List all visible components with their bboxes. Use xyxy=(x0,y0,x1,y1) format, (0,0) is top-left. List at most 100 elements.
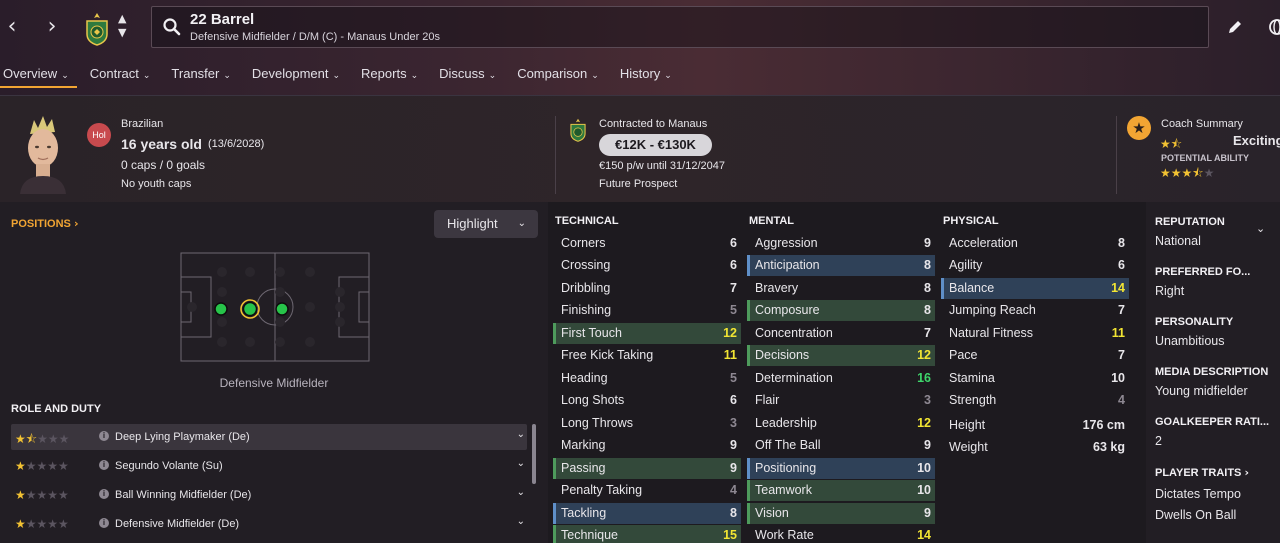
role-row[interactable]: ★★★★★ i Defensive Midfielder (De) ⌄ xyxy=(11,511,527,537)
attribute-value: 3 xyxy=(730,416,737,430)
attribute-row[interactable]: Crossing 6 xyxy=(553,255,741,276)
attribute-row[interactable]: Work Rate 14 xyxy=(747,525,935,543)
attribute-row[interactable]: First Touch 12 xyxy=(553,323,741,344)
attribute-value: 7 xyxy=(1118,348,1125,362)
role-row[interactable]: ★★★★★ i Ball Winning Midfielder (De) ⌄ xyxy=(11,482,527,508)
attribute-row[interactable]: Long Shots 6 xyxy=(553,390,741,411)
tab-contract[interactable]: Contract ⌄ xyxy=(87,60,159,90)
tab-label: Reports xyxy=(361,66,407,81)
role-label: Ball Winning Midfielder (De) xyxy=(115,489,252,501)
role-row[interactable]: ★★★★★ i Segundo Volante (Su) ⌄ xyxy=(11,453,527,479)
player-face-avatar[interactable] xyxy=(16,114,70,194)
attribute-row[interactable]: Leadership 12 xyxy=(747,413,935,434)
globe-icon[interactable] xyxy=(1268,18,1280,36)
role-row[interactable]: ★⯪★★★ i Deep Lying Playmaker (De) ⌄ xyxy=(11,424,527,450)
chevron-down-icon: ⌄ xyxy=(591,71,599,81)
attribute-row[interactable]: Stamina 10 xyxy=(941,368,1129,389)
attribute-row[interactable]: Concentration 7 xyxy=(747,323,935,344)
attribute-row[interactable]: Agility 6 xyxy=(941,255,1129,276)
nationality: Brazilian xyxy=(121,118,164,130)
roles-scrollbar[interactable] xyxy=(532,424,536,484)
attribute-row[interactable]: Composure 8 xyxy=(747,300,935,321)
attribute-row[interactable]: Strength 4 xyxy=(941,390,1129,411)
player-search-box[interactable]: 22 Barrel Defensive Midfielder / D/M (C)… xyxy=(151,6,1209,48)
attribute-row[interactable]: Penalty Taking 4 xyxy=(553,480,741,501)
attribute-row[interactable]: Decisions 12 xyxy=(747,345,935,366)
player-switch-arrows[interactable]: ▲ ▼ xyxy=(118,12,132,40)
attribute-row[interactable]: Pace 7 xyxy=(941,345,1129,366)
tab-history[interactable]: History ⌄ xyxy=(617,60,680,90)
attribute-row[interactable]: Teamwork 10 xyxy=(747,480,935,501)
forward-arrow-icon[interactable]: › xyxy=(40,16,64,40)
info-icon[interactable]: i xyxy=(99,518,109,528)
back-arrow-icon[interactable]: ‹ xyxy=(0,16,24,40)
position-pitch-diagram[interactable] xyxy=(180,252,370,362)
search-icon[interactable] xyxy=(162,17,182,37)
attribute-row[interactable]: Long Throws 3 xyxy=(553,413,741,434)
chevron-down-icon[interactable]: ⌄ xyxy=(517,429,525,440)
attribute-row[interactable]: Jumping Reach 7 xyxy=(941,300,1129,321)
attribute-row[interactable]: Natural Fitness 11 xyxy=(941,323,1129,344)
attribute-row[interactable]: Heading 5 xyxy=(553,368,741,389)
youth-caps: No youth caps xyxy=(121,178,192,190)
info-icon[interactable]: i xyxy=(99,460,109,470)
attribute-row[interactable]: Marking 9 xyxy=(553,435,741,456)
attribute-label: Passing xyxy=(561,461,606,475)
attribute-label: Strength xyxy=(949,393,997,407)
info-icon[interactable]: i xyxy=(99,489,109,499)
attribute-row[interactable]: Corners 6 xyxy=(553,233,741,254)
attribute-row[interactable]: Dribbling 7 xyxy=(553,278,741,299)
chevron-down-icon[interactable]: ⌄ xyxy=(1256,222,1265,235)
attribute-label: Decisions xyxy=(755,348,810,362)
attribute-row[interactable]: Determination 16 xyxy=(747,368,935,389)
prospect-status: Future Prospect xyxy=(599,178,678,190)
tab-transfer[interactable]: Transfer ⌄ xyxy=(168,60,238,90)
tab-development[interactable]: Development ⌄ xyxy=(249,60,348,90)
attribute-value: 11 xyxy=(1111,326,1125,340)
tab-discuss[interactable]: Discuss ⌄ xyxy=(436,60,504,90)
attribute-row[interactable]: Technique 15 xyxy=(553,525,741,543)
chevron-down-icon[interactable]: ⌄ xyxy=(517,458,525,469)
chevron-down-icon: ⌄ xyxy=(223,71,231,81)
attribute-row[interactable]: Finishing 5 xyxy=(553,300,741,321)
tab-reports[interactable]: Reports ⌄ xyxy=(358,60,426,90)
attribute-value: 12 xyxy=(917,416,931,430)
attribute-label: Aggression xyxy=(755,236,818,250)
tab-label: Discuss xyxy=(439,66,485,81)
attribute-row[interactable]: Off The Ball 9 xyxy=(747,435,935,456)
attribute-row[interactable]: Acceleration 8 xyxy=(941,233,1129,254)
club-badge-icon[interactable] xyxy=(84,12,110,46)
attribute-row[interactable]: Free Kick Taking 11 xyxy=(553,345,741,366)
edit-pencil-icon[interactable] xyxy=(1226,18,1244,36)
attribute-value: 12 xyxy=(723,326,737,340)
attribute-row[interactable]: Tackling 8 xyxy=(553,503,741,524)
tab-comparison[interactable]: Comparison ⌄ xyxy=(514,60,607,90)
coach-summary-value: Exciting xyxy=(1233,133,1280,148)
attribute-row[interactable]: Bravery 8 xyxy=(747,278,935,299)
physical-title: PHYSICAL xyxy=(943,215,999,227)
attribute-row[interactable]: Balance 14 xyxy=(941,278,1129,299)
attribute-row[interactable]: Positioning 10 xyxy=(747,458,935,479)
attribute-row[interactable]: Flair 3 xyxy=(747,390,935,411)
club-badge-icon[interactable] xyxy=(568,118,588,142)
positions-link[interactable]: POSITIONS › xyxy=(11,217,79,230)
goalkeeper-rating-label: GOALKEEPER RATI... xyxy=(1155,416,1270,428)
attribute-row[interactable]: Aggression 9 xyxy=(747,233,935,254)
chevron-down-icon[interactable]: ⌄ xyxy=(517,516,525,527)
attribute-value: 4 xyxy=(730,483,737,497)
value-range-pill[interactable]: €12K - €130K xyxy=(599,134,712,156)
info-icon[interactable]: i xyxy=(99,431,109,441)
attribute-row[interactable]: Vision 9 xyxy=(747,503,935,524)
tab-overview[interactable]: Overview ⌄ xyxy=(0,60,77,90)
chevron-down-icon[interactable]: ⌄ xyxy=(517,487,525,498)
role-label: Deep Lying Playmaker (De) xyxy=(115,431,250,443)
media-description-label: MEDIA DESCRIPTION xyxy=(1155,366,1269,378)
attribute-label: Vision xyxy=(755,506,789,520)
attribute-row[interactable]: Passing 9 xyxy=(553,458,741,479)
technical-title: TECHNICAL xyxy=(555,215,619,227)
player-traits-link[interactable]: PLAYER TRAITS › xyxy=(1155,466,1249,479)
coach-summary-label: Coach Summary xyxy=(1161,118,1243,130)
player-subtitle: Defensive Midfielder / D/M (C) - Manaus … xyxy=(190,31,441,43)
attribute-row[interactable]: Anticipation 8 xyxy=(747,255,935,276)
highlight-dropdown[interactable]: Highlight ⌄ xyxy=(434,210,538,238)
